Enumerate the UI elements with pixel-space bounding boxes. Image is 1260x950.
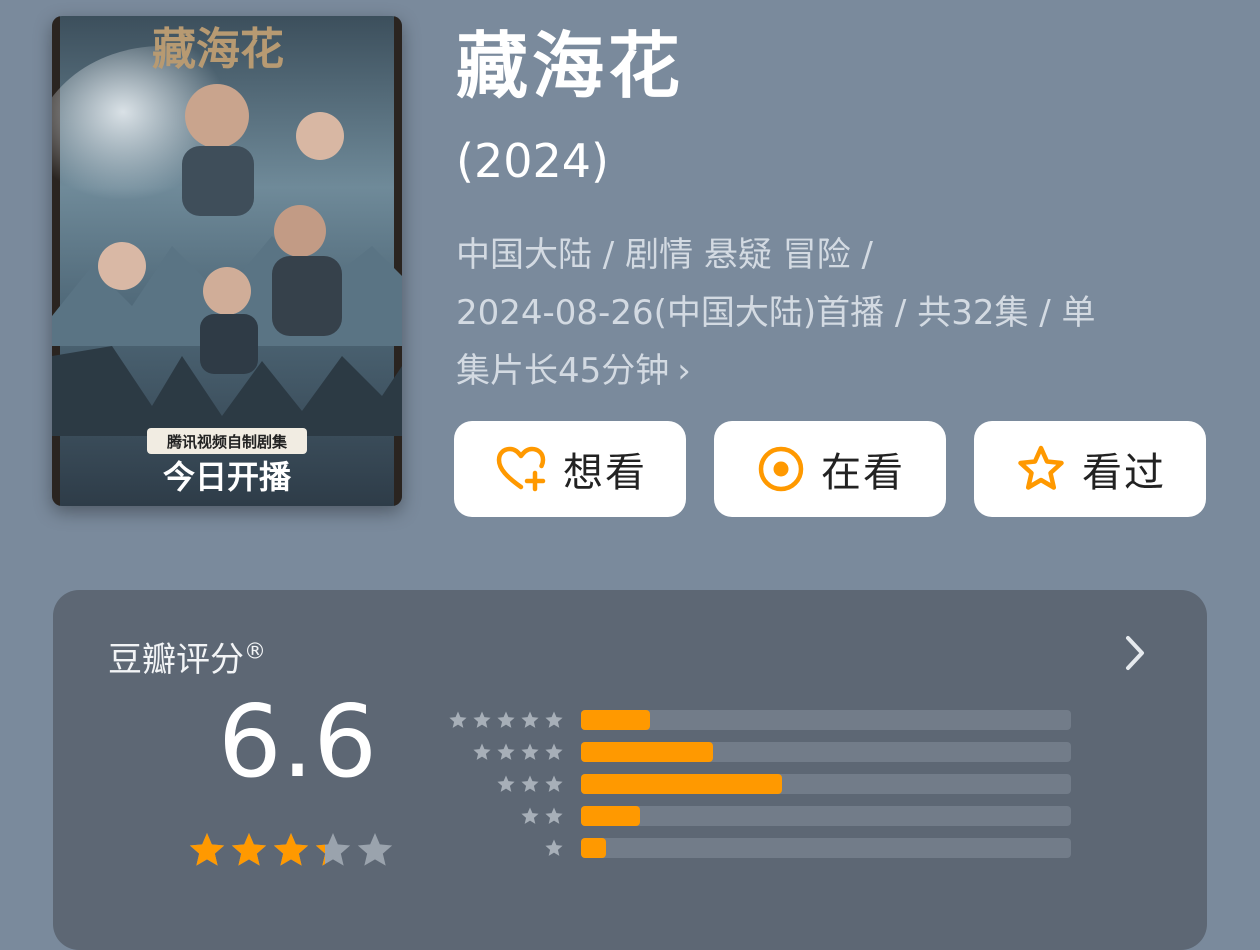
chevron-right-icon[interactable] bbox=[1123, 634, 1147, 676]
watched-button[interactable]: 看过 bbox=[974, 421, 1206, 517]
distribution-track bbox=[581, 806, 1071, 826]
chevron-right-icon: › bbox=[677, 351, 691, 391]
distribution-star bbox=[545, 775, 563, 792]
movie-meta[interactable]: 中国大陆 / 剧情 悬疑 冒险 / 2024-08-26(中国大陆)首播 / 共… bbox=[456, 226, 1186, 400]
distribution-row-4 bbox=[438, 740, 1078, 764]
poster-art: 藏海花 腾讯视频自制剧集 今日开播 bbox=[52, 16, 402, 506]
distribution-star bbox=[473, 743, 491, 760]
want-label: 想看 bbox=[563, 450, 647, 496]
meta-line-region-genre: 中国大陆 / 剧情 悬疑 冒险 / bbox=[456, 235, 873, 275]
distribution-star bbox=[497, 711, 515, 728]
rating-score: 6.6 bbox=[218, 683, 378, 800]
meta-line-premiere: 2024-08-26(中国大陆)首播 / 共32集 / 单 bbox=[456, 293, 1096, 333]
distribution-bar bbox=[581, 742, 714, 762]
registered-mark: ® bbox=[244, 639, 266, 665]
distribution-row-5 bbox=[438, 708, 1078, 732]
distribution-star bbox=[497, 743, 515, 760]
distribution-row-2 bbox=[438, 804, 1078, 828]
poster-image[interactable]: 藏海花 腾讯视频自制剧集 今日开播 bbox=[52, 16, 402, 506]
distribution-track bbox=[581, 742, 1071, 762]
score-star bbox=[231, 833, 267, 866]
movie-year: (2024) bbox=[456, 134, 609, 188]
distribution-row-1 bbox=[438, 836, 1078, 860]
distribution-stars bbox=[472, 740, 568, 768]
distribution-stars bbox=[544, 836, 568, 864]
distribution-star bbox=[497, 775, 515, 792]
distribution-track bbox=[581, 710, 1071, 730]
score-star bbox=[189, 833, 225, 866]
distribution-bar bbox=[581, 774, 782, 794]
poster-tag: 腾讯视频自制剧集 bbox=[166, 433, 288, 451]
distribution-bar bbox=[581, 806, 640, 826]
distribution-star bbox=[449, 711, 467, 728]
distribution-star bbox=[545, 711, 563, 728]
distribution-stars bbox=[448, 708, 568, 736]
want-button[interactable]: 想看 bbox=[454, 421, 686, 517]
distribution-track bbox=[581, 774, 1071, 794]
poster-title-art: 藏海花 bbox=[152, 24, 284, 75]
poster-premiere-text: 今日开播 bbox=[163, 458, 292, 496]
distribution-bar bbox=[581, 710, 650, 730]
distribution-star bbox=[521, 711, 539, 728]
distribution-track bbox=[581, 838, 1071, 858]
distribution-star bbox=[545, 839, 563, 856]
distribution-star bbox=[545, 807, 563, 824]
distribution-bar bbox=[581, 838, 606, 858]
rating-title-text: 豆瓣评分 bbox=[108, 640, 244, 680]
distribution-stars bbox=[520, 804, 568, 832]
movie-title: 藏海花 bbox=[456, 24, 685, 108]
distribution-star bbox=[521, 743, 539, 760]
heart-plus-icon bbox=[493, 441, 549, 497]
rating-title: 豆瓣评分® bbox=[108, 632, 266, 681]
meta-line-duration: 集片长45分钟 › bbox=[456, 342, 1186, 400]
target-dot-icon bbox=[755, 443, 807, 495]
distribution-stars bbox=[496, 772, 568, 800]
watching-label: 在看 bbox=[821, 450, 905, 496]
score-star bbox=[357, 833, 393, 866]
score-star bbox=[273, 833, 309, 866]
distribution-star bbox=[521, 807, 539, 824]
score-stars bbox=[187, 830, 397, 874]
distribution-star bbox=[473, 711, 491, 728]
rating-card[interactable]: 豆瓣评分® 6.6 bbox=[53, 590, 1207, 950]
watched-label: 看过 bbox=[1082, 450, 1166, 496]
distribution-row-3 bbox=[438, 772, 1078, 796]
distribution-star bbox=[545, 743, 563, 760]
meta-duration-text: 集片长45分钟 bbox=[456, 351, 670, 391]
star-outline-icon bbox=[1014, 442, 1068, 496]
score-star bbox=[315, 833, 351, 866]
watching-button[interactable]: 在看 bbox=[714, 421, 946, 517]
distribution-star bbox=[521, 775, 539, 792]
